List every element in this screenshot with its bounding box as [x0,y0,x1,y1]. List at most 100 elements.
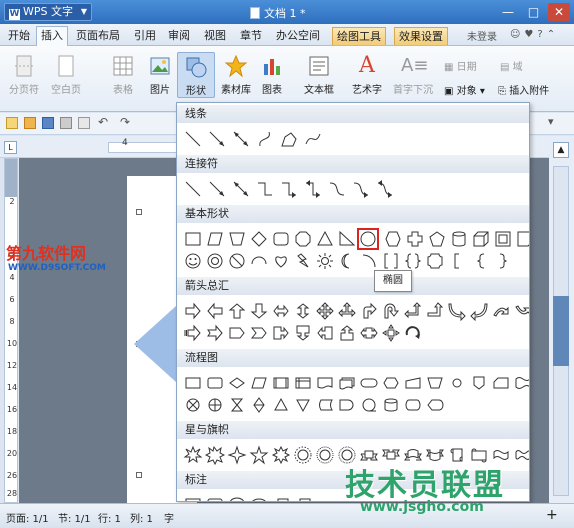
close-button[interactable]: ✕ [548,3,570,21]
left-bracket-icon[interactable] [447,251,467,271]
left-right-arrow-icon[interactable] [271,301,291,321]
decision-icon[interactable] [227,373,247,393]
16-point-star-icon[interactable] [293,445,313,465]
chart-button[interactable]: 图表 [258,54,286,96]
tab-view[interactable]: 视图 [200,27,230,45]
internal-storage-icon[interactable] [293,373,313,393]
tab-effect-settings[interactable]: 效果设置 [394,27,448,45]
tab-office-space[interactable]: 办公空间 [272,27,324,45]
process-icon[interactable] [183,373,203,393]
scroll-thumb[interactable] [553,296,569,366]
page-break-button[interactable]: 分页符 [6,54,42,96]
donut-icon[interactable] [205,251,225,271]
block-arc-icon[interactable] [249,251,269,271]
login-status[interactable]: 未登录 [467,28,497,43]
scroll-up-button[interactable]: ▲ [553,142,569,158]
rounded-callout-icon[interactable] [205,495,225,501]
user-icons[interactable]: ☺♥?⌃ [510,29,559,40]
straight-arrow-connector-icon[interactable] [207,179,227,199]
print-icon[interactable] [60,117,72,129]
rounded-rectangle-icon[interactable] [271,229,291,249]
5-point-star-icon[interactable] [249,445,269,465]
explosion-2-icon[interactable] [204,445,226,466]
or-icon[interactable] [205,395,225,415]
alternate-process-icon[interactable] [205,373,225,393]
smiley-face-icon[interactable] [183,251,203,271]
data-icon[interactable] [249,373,269,393]
sort-icon[interactable] [249,395,269,415]
explosion-1-icon[interactable] [183,445,203,465]
save-icon[interactable] [42,117,54,129]
bevel-icon[interactable] [493,229,513,249]
display-icon[interactable] [425,395,445,415]
redo-icon[interactable]: ↷ [120,115,132,129]
card-icon[interactable] [491,373,511,393]
table-button[interactable]: 表格 [108,54,138,96]
rectangle-icon[interactable] [183,229,203,249]
rectangular-callout-icon[interactable] [183,495,203,501]
curved-down-arrow-icon[interactable] [513,301,529,321]
manual-input-icon[interactable] [403,373,423,393]
24-point-star-icon[interactable] [315,445,335,465]
curved-right-arrow-icon[interactable] [447,301,467,322]
hexagon-icon[interactable] [383,229,403,249]
cube-icon[interactable] [471,229,491,249]
8-point-star-icon[interactable] [271,445,291,465]
line-callout-2-icon[interactable] [293,495,313,501]
summing-junction-icon[interactable] [183,395,203,415]
down-arrow-icon[interactable] [249,301,269,321]
merge-icon[interactable] [293,395,313,415]
up-down-arrow-icon[interactable] [293,301,313,321]
curved-up-arrow-icon[interactable] [491,301,511,321]
quad-arrow-callout-icon[interactable] [381,323,401,343]
sun-icon[interactable] [315,251,335,271]
elbow-arrow-connector-icon[interactable] [279,179,299,199]
manual-operation-icon[interactable] [425,373,445,393]
tab-review[interactable]: 审阅 [164,27,194,45]
trapezoid-icon[interactable] [227,229,247,249]
right-triangle-icon[interactable] [337,229,357,249]
field-button[interactable]: ▤ 域 [500,58,523,73]
4-point-star-icon[interactable] [227,445,247,465]
document-shape-icon[interactable] [315,373,335,393]
tab-page-layout[interactable]: 页面布局 [72,27,124,45]
arrow-line-icon[interactable] [207,129,227,149]
circular-arrow-icon[interactable] [403,323,423,343]
line-callout-icon[interactable] [271,495,291,501]
sequential-access-storage-icon[interactable] [359,395,379,415]
app-menu-button[interactable]: W WPS 文字 ▼ [4,3,92,21]
left-right-up-arrow-icon[interactable] [337,301,357,321]
u-turn-arrow-icon[interactable] [381,301,401,321]
triangle-icon[interactable] [315,229,335,249]
chevron-icon[interactable] [249,323,269,343]
elbow-double-arrow-connector-icon[interactable] [303,179,323,199]
tab-references[interactable]: 引用 [130,27,160,45]
arc-icon[interactable] [359,251,379,271]
preview-icon[interactable] [78,117,90,129]
curved-double-arrow-connector-icon[interactable] [375,179,395,199]
freeform-icon[interactable] [279,129,299,149]
line-icon[interactable] [183,129,203,149]
open-icon[interactable] [24,117,36,129]
right-brace-icon[interactable] [493,251,513,271]
bent-up-arrow-icon[interactable] [425,301,445,321]
cylinder-icon[interactable] [449,229,469,249]
up-arrow-callout-icon[interactable] [337,323,357,343]
bent-arrow-icon[interactable] [359,301,379,321]
vertical-scrollbar[interactable]: ▲ [549,136,574,503]
triangle-shape[interactable] [134,306,176,382]
moon-icon[interactable] [337,251,357,271]
object-button[interactable]: ▣ 对象 ▾ [444,82,485,97]
curve-icon[interactable] [255,129,275,149]
preparation-icon[interactable] [381,373,401,393]
pentagon-icon[interactable] [427,229,447,249]
folded-corner-icon[interactable] [515,229,529,249]
cross-icon[interactable] [405,229,425,249]
down-arrow-callout-icon[interactable] [293,323,313,343]
magnetic-disk-icon[interactable] [381,395,401,415]
heart-icon[interactable] [271,251,291,271]
insert-attachment-button[interactable]: ⎘ 插入附件 [498,82,549,97]
minimize-button[interactable]: — [497,3,519,21]
right-arrow-callout-icon[interactable] [271,323,291,343]
extract-icon[interactable] [271,395,291,415]
